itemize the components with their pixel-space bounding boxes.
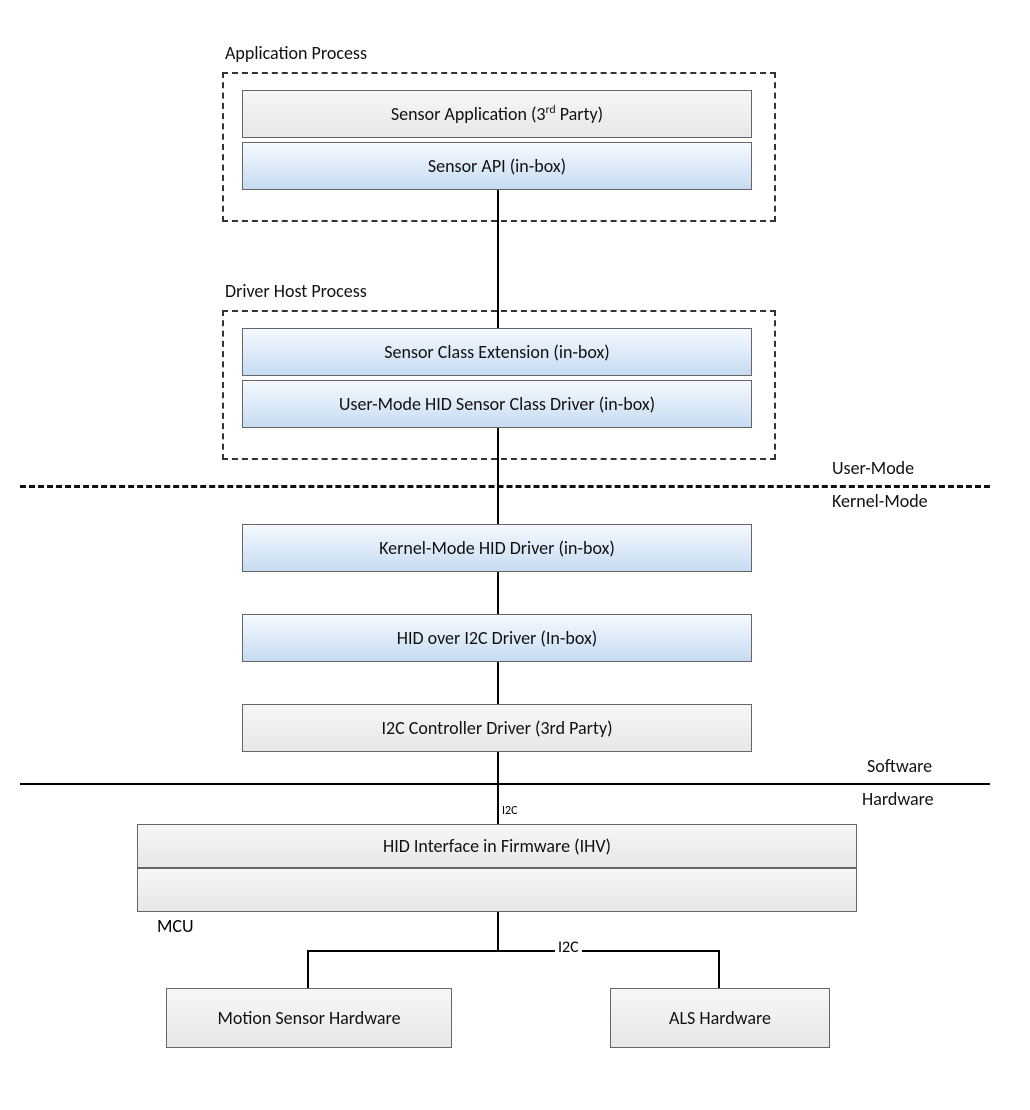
sensor-application-text: Sensor Application (3rd Party) (391, 103, 603, 125)
i2c-bus-label-2: I2C (555, 938, 582, 957)
connector-kernel-1 (497, 572, 499, 614)
i2c-controller-driver-box: I2C Controller Driver (3rd Party) (242, 704, 752, 752)
software-hardware-divider (20, 783, 990, 785)
i2c-bus-label-1: I2C (502, 804, 518, 818)
motion-sensor-hardware-box: Motion Sensor Hardware (166, 988, 452, 1048)
kernel-mode-label: Kernel-Mode (832, 490, 928, 512)
i2c-left-drop (307, 950, 309, 988)
user-kernel-divider (20, 485, 990, 488)
mcu-label: MCU (157, 915, 194, 937)
connector-kernel-2 (497, 662, 499, 704)
hid-over-i2c-driver-box: HID over I2C Driver (In-box) (242, 614, 752, 662)
user-mode-label: User-Mode (832, 457, 914, 479)
hid-firmware-box: HID Interface in Firmware (IHV) (137, 824, 857, 868)
sensor-api-box: Sensor API (in-box) (242, 142, 752, 190)
software-label: Software (867, 755, 932, 777)
i2c-vertical-stub (497, 912, 499, 952)
hardware-label: Hardware (862, 788, 934, 810)
driver-host-label: Driver Host Process (225, 280, 367, 302)
user-mode-hid-sensor-class-driver-box: User-Mode HID Sensor Class Driver (in-bo… (242, 380, 752, 428)
sensor-application-box: Sensor Application (3rd Party) (242, 90, 752, 138)
connector-sw-to-hw (497, 752, 499, 824)
i2c-right-drop (718, 950, 720, 988)
mcu-box (137, 868, 857, 912)
i2c-horizontal (307, 950, 720, 952)
connector-driverhost-to-kernel (497, 428, 499, 524)
als-hardware-box: ALS Hardware (610, 988, 830, 1048)
connector-app-to-driverhost (497, 190, 499, 328)
sensor-class-extension-box: Sensor Class Extension (in-box) (242, 328, 752, 376)
application-process-label: Application Process (225, 42, 367, 64)
kernel-mode-hid-driver-box: Kernel-Mode HID Driver (in-box) (242, 524, 752, 572)
